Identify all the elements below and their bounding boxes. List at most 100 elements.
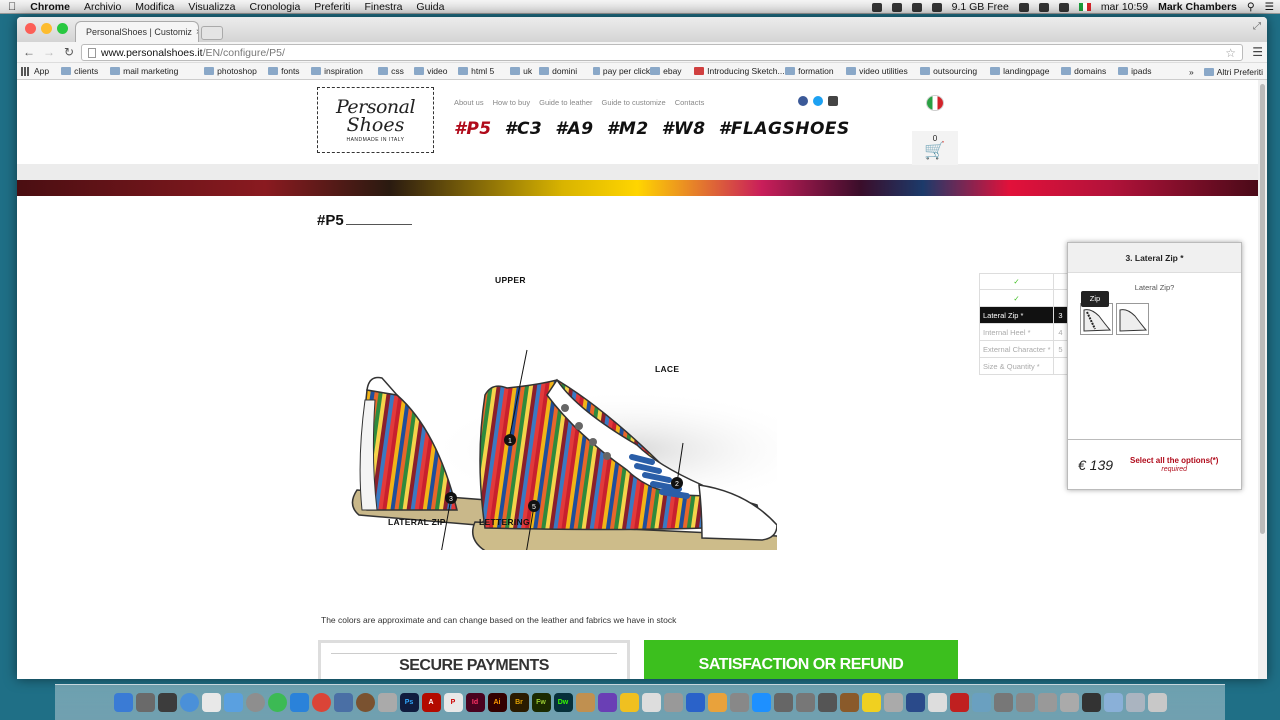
- bookmark-folder[interactable]: photoshop: [204, 66, 268, 76]
- bookmark-folder[interactable]: video utilities: [846, 66, 920, 76]
- bookmark-star-icon[interactable]: ☆: [1225, 46, 1236, 60]
- apple-icon[interactable]: : [8, 1, 16, 13]
- reload-icon[interactable]: ↻: [61, 45, 77, 59]
- nav-how-to-buy[interactable]: How to buy: [493, 98, 531, 107]
- step-lateral-zip[interactable]: Lateral Zip * 3: [979, 307, 1068, 324]
- app-misc-icon[interactable]: [883, 693, 903, 712]
- mail-icon[interactable]: [201, 693, 221, 712]
- facebook-icon[interactable]: [798, 96, 808, 106]
- accessibility-icon[interactable]: [1018, 2, 1029, 12]
- step-row-done[interactable]: ✓: [979, 290, 1068, 307]
- app-misc2-icon[interactable]: [905, 693, 925, 712]
- mission-control-icon[interactable]: [157, 693, 177, 712]
- app-star-icon[interactable]: [597, 693, 617, 712]
- model-c3[interactable]: #C3: [505, 119, 543, 139]
- twitter-icon[interactable]: [813, 96, 823, 106]
- bookmarks-overflow-chevron[interactable]: »: [1189, 67, 1194, 77]
- address-bar[interactable]: www.personalshoes.it /EN/configure/P5/ ☆: [81, 44, 1243, 61]
- battery-icon[interactable]: [931, 2, 942, 12]
- finder-icon[interactable]: [113, 693, 133, 712]
- chrome-menu-icon[interactable]: ☰: [1252, 45, 1263, 59]
- user-name[interactable]: Mark Chambers: [1158, 1, 1237, 13]
- volume-icon[interactable]: [1058, 2, 1069, 12]
- site-logo[interactable]: Personal Shoes HANDMADE IN ITALY: [317, 87, 434, 153]
- indesign-icon[interactable]: Id: [465, 693, 485, 712]
- step-size-quantity[interactable]: Size & Quantity *: [979, 358, 1068, 375]
- acrobat-icon[interactable]: A: [421, 693, 441, 712]
- bookmark-folder[interactable]: css: [378, 66, 414, 76]
- notification-center-icon[interactable]: ☰: [1265, 1, 1274, 13]
- app-red-icon[interactable]: [949, 693, 969, 712]
- menu-archivio[interactable]: Archivio: [84, 1, 121, 13]
- clock[interactable]: mar 10:59: [1101, 1, 1148, 13]
- trash-icon[interactable]: [1147, 693, 1167, 712]
- search-icon[interactable]: ⚲: [1247, 1, 1255, 13]
- menu-cronologia[interactable]: Cronologia: [250, 1, 301, 13]
- option-with-zip[interactable]: [1080, 303, 1113, 335]
- marker-2[interactable]: 2: [671, 477, 683, 489]
- menu-guida[interactable]: Guida: [416, 1, 444, 13]
- tab-close-icon[interactable]: ×: [196, 27, 198, 38]
- menu-visualizza[interactable]: Visualizza: [188, 1, 235, 13]
- app-dice-icon[interactable]: [817, 693, 837, 712]
- option-no-zip[interactable]: [1116, 303, 1149, 335]
- menu-modifica[interactable]: Modifica: [135, 1, 174, 13]
- app-photo-icon[interactable]: [971, 693, 991, 712]
- dropbox-app-icon[interactable]: [223, 693, 243, 712]
- app-blue-icon[interactable]: [685, 693, 705, 712]
- app-w-icon[interactable]: [619, 693, 639, 712]
- minimize-window-icon[interactable]: [41, 23, 52, 34]
- step-external-character[interactable]: External Character * 5: [979, 341, 1068, 358]
- model-flagshoes[interactable]: #FLAGSHOES: [719, 119, 850, 139]
- teamviewer-icon[interactable]: [751, 693, 771, 712]
- zoom-window-icon[interactable]: [57, 23, 68, 34]
- dropbox-icon[interactable]: [891, 2, 902, 12]
- launchpad-icon[interactable]: [135, 693, 155, 712]
- forward-icon[interactable]: →: [41, 45, 57, 59]
- fullscreen-icon[interactable]: ⤢: [1253, 21, 1261, 32]
- back-icon[interactable]: ←: [21, 45, 37, 59]
- app-dark-icon[interactable]: [773, 693, 793, 712]
- model-a9[interactable]: #A9: [555, 119, 593, 139]
- pdf-icon[interactable]: P: [443, 693, 463, 712]
- bookmark-folder[interactable]: fonts: [268, 66, 311, 76]
- scrollbar-thumb[interactable]: [1260, 84, 1265, 534]
- wifi-icon[interactable]: [1038, 2, 1049, 12]
- nav-guide-customize[interactable]: Guide to customize: [602, 98, 666, 107]
- marker-1[interactable]: 1: [504, 434, 516, 446]
- archive-icon[interactable]: [575, 693, 595, 712]
- bookmark-folder[interactable]: landingpage: [990, 66, 1061, 76]
- drive-icon[interactable]: [911, 2, 922, 12]
- fireworks-icon[interactable]: Fw: [531, 693, 551, 712]
- bookmark-folder[interactable]: clients: [61, 66, 110, 76]
- bookmark-folder[interactable]: formation: [785, 66, 846, 76]
- disk-free-label[interactable]: 9.1 GB Free: [952, 1, 1009, 13]
- instagram-icon[interactable]: [828, 96, 838, 106]
- calendar-icon[interactable]: [927, 693, 947, 712]
- safari-icon[interactable]: [179, 693, 199, 712]
- new-tab-button[interactable]: [201, 26, 223, 40]
- documents-stack-icon[interactable]: [1125, 693, 1145, 712]
- bookmark-folder[interactable]: domini: [539, 66, 593, 76]
- marker-3[interactable]: 3: [445, 492, 457, 504]
- bookmark-folder[interactable]: ipads: [1118, 66, 1158, 76]
- other-bookmarks-folder[interactable]: Altri Preferiti: [1203, 67, 1263, 77]
- app-store-icon[interactable]: [267, 693, 287, 712]
- menu-app[interactable]: Chrome: [30, 1, 70, 13]
- menu-finestra[interactable]: Finestra: [364, 1, 402, 13]
- app-misc7-icon[interactable]: [1081, 693, 1101, 712]
- nav-about-us[interactable]: About us: [454, 98, 484, 107]
- close-window-icon[interactable]: [25, 23, 36, 34]
- chrome-icon[interactable]: [311, 693, 331, 712]
- menu-preferiti[interactable]: Preferiti: [314, 1, 350, 13]
- model-p5[interactable]: #P5: [454, 119, 492, 139]
- model-m2[interactable]: #M2: [607, 119, 649, 139]
- bookmark-folder[interactable]: domains: [1061, 66, 1118, 76]
- downloads-folder-icon[interactable]: [1103, 693, 1123, 712]
- nav-guide-leather[interactable]: Guide to leather: [539, 98, 592, 107]
- document-icon[interactable]: [641, 693, 661, 712]
- app-misc3-icon[interactable]: [993, 693, 1013, 712]
- app-misc4-icon[interactable]: [1015, 693, 1035, 712]
- dreamweaver-icon[interactable]: Dw: [553, 693, 573, 712]
- utility-icon[interactable]: [355, 693, 375, 712]
